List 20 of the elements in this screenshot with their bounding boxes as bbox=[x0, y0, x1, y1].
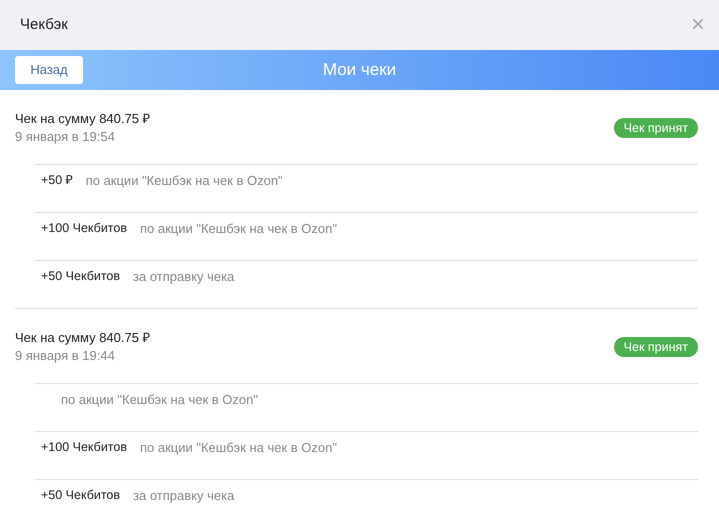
status-badge: Чек принят bbox=[614, 118, 698, 138]
reward-amount: +50 ₽ bbox=[41, 172, 73, 189]
reward-reason: по акции "Кешбэк на чек в Ozon" bbox=[140, 439, 337, 457]
reward-reason: за отправку чека bbox=[133, 487, 234, 505]
status-badge: Чек принят bbox=[614, 337, 698, 357]
reward-amount: +50 Чекбитов bbox=[41, 268, 120, 285]
back-button[interactable]: Назад bbox=[15, 56, 83, 84]
reward-reason: за отправку чека bbox=[133, 268, 234, 286]
window-title: Чекбэк bbox=[20, 14, 68, 35]
reward-reason: по акции "Кешбэк на чек в Ozon" bbox=[140, 220, 337, 238]
reward-reason: по акции "Кешбэк на чек в Ozon" bbox=[86, 172, 283, 190]
reward-amount: +100 Чекбитов bbox=[41, 220, 127, 237]
receipt-date: 9 января в 19:44 bbox=[15, 347, 116, 365]
receipt-title: Чек на сумму 840.75 ₽ bbox=[15, 110, 151, 128]
reward-amount: +100 Чекбитов bbox=[41, 439, 127, 456]
page-title: Мои чеки bbox=[322, 59, 396, 82]
receipt-date: 9 января в 19:54 bbox=[15, 128, 116, 146]
receipt-title: Чек на сумму 840.75 ₽ bbox=[15, 329, 151, 347]
reward-reason: по акции "Кешбэк на чек в Ozon" bbox=[61, 391, 258, 409]
reward-amount: +50 Чекбитов bbox=[41, 487, 120, 504]
